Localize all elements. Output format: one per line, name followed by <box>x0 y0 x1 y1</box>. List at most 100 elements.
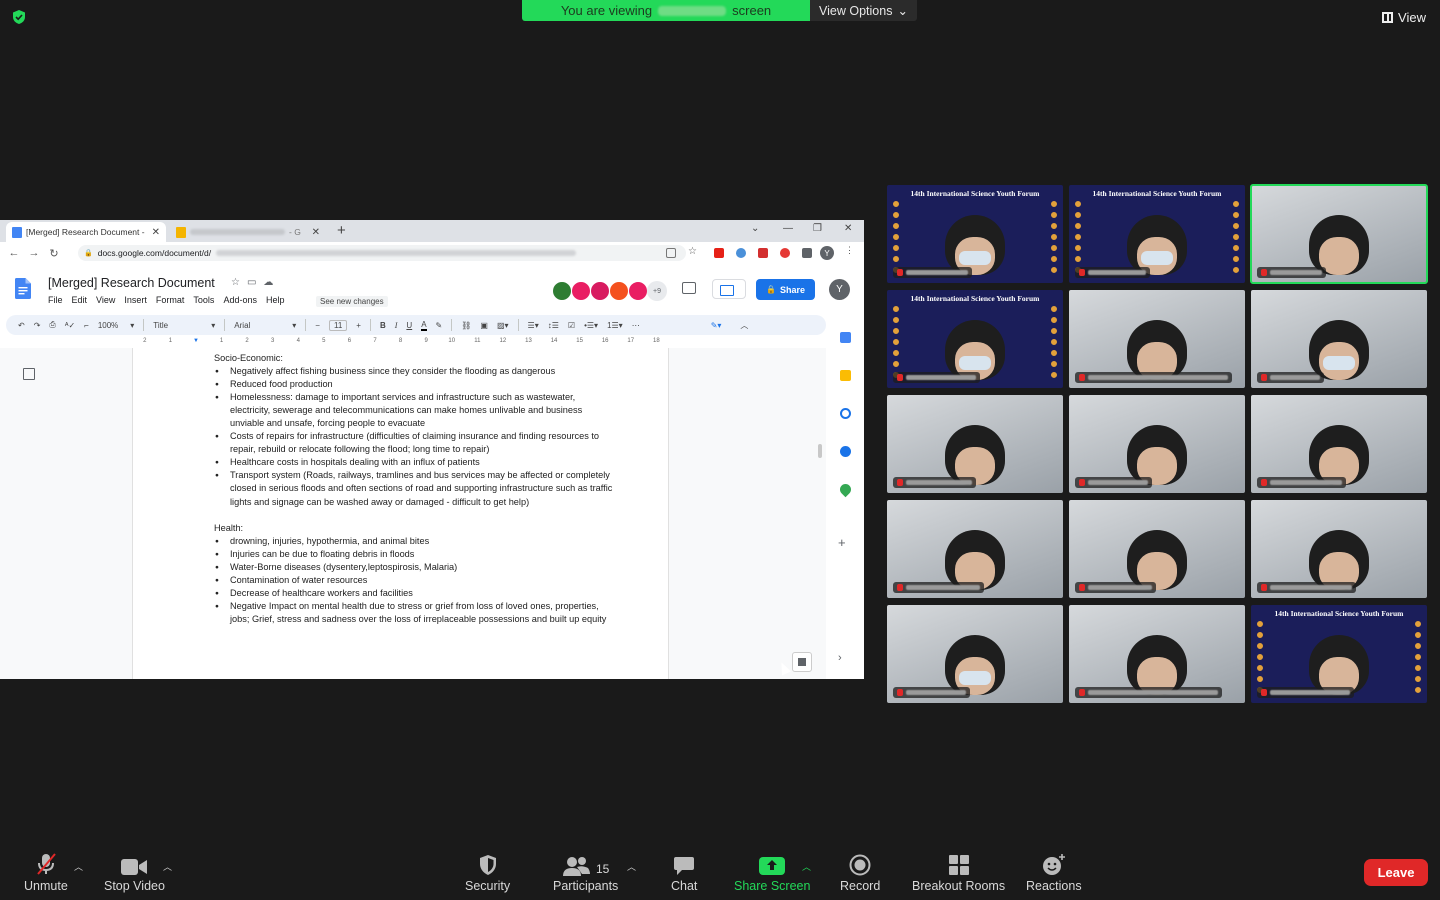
leave-button[interactable]: Leave <box>1364 859 1428 886</box>
participant-video-tile[interactable] <box>1069 500 1245 598</box>
hide-menus-chevron-icon[interactable]: ︿ <box>740 320 748 331</box>
see-new-changes-link[interactable]: See new changes <box>316 296 388 307</box>
menu-help[interactable]: Help <box>266 295 285 305</box>
explore-button[interactable] <box>792 652 812 672</box>
comment-history-icon[interactable] <box>682 282 696 294</box>
spellcheck-icon[interactable]: ᴬ✓ <box>65 321 75 330</box>
participant-video-tile[interactable] <box>1251 395 1427 493</box>
encryption-shield-icon[interactable] <box>11 9 27 25</box>
document-outline-icon[interactable] <box>23 368 35 380</box>
maps-icon[interactable] <box>837 481 854 498</box>
tab-search-icon[interactable]: ⌄ <box>751 223 759 234</box>
adblock-extension-icon[interactable] <box>780 248 790 258</box>
browser-menu-icon[interactable]: ⋮ <box>845 245 855 255</box>
calendar-icon[interactable] <box>840 332 851 343</box>
participant-video-tile[interactable] <box>887 500 1063 598</box>
more-options-icon[interactable]: ⋯ <box>632 321 640 330</box>
underline-button[interactable]: U <box>406 321 412 330</box>
undo-icon[interactable]: ↶ <box>18 321 25 330</box>
close-tab-icon[interactable]: ✕ <box>152 227 160 238</box>
collaborator-avatar[interactable] <box>628 281 648 301</box>
tab-slides[interactable]: - G ✕ <box>170 222 326 242</box>
menu-file[interactable]: File <box>48 295 63 305</box>
participants-options-chevron-icon[interactable]: ︿ <box>627 860 636 873</box>
menu-insert[interactable]: Insert <box>124 295 147 305</box>
minimize-icon[interactable]: — <box>783 223 793 234</box>
tab-research-document[interactable]: [Merged] Research Document - G ✕ <box>6 222 166 242</box>
dislike-extension-icon[interactable] <box>758 248 768 258</box>
add-comment-icon[interactable]: ▣ <box>480 321 488 330</box>
reload-icon[interactable]: ↻ <box>44 247 64 260</box>
document-page[interactable]: Socio-Economic: Negatively affect fishin… <box>132 348 669 679</box>
participant-video-tile[interactable] <box>1069 605 1245 703</box>
collaborator-avatar[interactable] <box>609 281 629 301</box>
audio-options-chevron-icon[interactable]: ︿ <box>74 860 83 873</box>
star-icon[interactable]: ☆ <box>231 277 240 288</box>
collapse-panel-icon[interactable]: › <box>838 652 842 664</box>
collaborator-avatar[interactable] <box>552 281 572 301</box>
record-button[interactable]: Record <box>840 852 880 893</box>
align-left-icon[interactable]: ☰▾ <box>528 321 539 330</box>
unmute-button[interactable]: Unmute <box>24 852 68 893</box>
editing-mode-pencil-icon[interactable]: ✎▾ <box>711 321 722 330</box>
close-tab-icon[interactable]: ✕ <box>312 227 320 238</box>
participant-video-tile[interactable] <box>887 395 1063 493</box>
menu-edit[interactable]: Edit <box>72 295 88 305</box>
new-tab-icon[interactable]: + <box>337 222 346 239</box>
cloud-status-icon[interactable]: ☁ <box>263 277 273 288</box>
youtube-extension-icon[interactable] <box>714 248 724 258</box>
participant-video-tile[interactable] <box>1251 290 1427 388</box>
share-options-chevron-icon[interactable]: ︿ <box>802 860 811 873</box>
video-options-chevron-icon[interactable]: ︿ <box>163 860 172 873</box>
keep-icon[interactable] <box>840 370 851 381</box>
bulleted-list-icon[interactable]: •☰▾ <box>584 321 598 330</box>
bold-button[interactable]: B <box>380 321 386 330</box>
more-collaborators-badge[interactable]: +9 <box>647 281 667 301</box>
participant-video-tile[interactable]: 14th International Science Youth Forum <box>887 290 1063 388</box>
participant-video-tile[interactable] <box>887 605 1063 703</box>
ruler-indent-marker[interactable]: ▼ <box>183 338 209 348</box>
back-icon[interactable]: ← <box>4 247 24 259</box>
chat-button[interactable]: Chat <box>671 852 697 893</box>
redo-icon[interactable]: ↷ <box>34 321 41 330</box>
document-title[interactable]: [Merged] Research Document <box>48 276 215 290</box>
stop-video-button[interactable]: Stop Video <box>104 852 165 893</box>
font-size-field[interactable]: 11 <box>328 319 348 331</box>
share-screen-button[interactable]: Share Screen <box>734 852 810 893</box>
zoom-select[interactable]: 100% ▾ <box>98 321 134 330</box>
participant-video-tile[interactable]: 14th International Science Youth Forum <box>1251 605 1427 703</box>
print-icon[interactable]: ⎙ <box>49 320 55 330</box>
participant-video-tile[interactable] <box>1069 290 1245 388</box>
insert-link-icon[interactable]: ⛓ <box>461 321 471 330</box>
italic-button[interactable]: I <box>395 321 398 330</box>
move-folder-icon[interactable]: ▭ <box>247 277 256 288</box>
active-speaker-video-tile[interactable] <box>1250 184 1428 284</box>
insert-image-icon[interactable]: ▨▾ <box>497 321 509 330</box>
menu-add-ons[interactable]: Add-ons <box>223 295 257 305</box>
get-add-ons-icon[interactable]: + <box>838 535 846 550</box>
collaborator-avatar[interactable] <box>571 281 591 301</box>
increase-font-size-icon[interactable]: + <box>356 321 361 330</box>
style-select[interactable]: Title ▾ <box>153 321 215 330</box>
line-spacing-icon[interactable]: ↕☰ <box>548 321 559 330</box>
google-docs-logo-icon[interactable] <box>15 278 31 299</box>
contacts-icon[interactable] <box>840 446 851 457</box>
browser-profile-avatar[interactable]: Y <box>820 246 834 260</box>
horizontal-ruler[interactable]: 2 1 ▼ 1 2 3 4 5 6 7 8 9 10 11 12 13 14 1… <box>132 338 669 348</box>
view-options-button[interactable]: View Options ⌄ <box>810 0 917 21</box>
menu-view[interactable]: View <box>96 295 115 305</box>
present-meet-button[interactable] <box>712 279 746 299</box>
breakout-rooms-button[interactable]: Breakout Rooms <box>912 852 1005 893</box>
collaborator-avatar[interactable] <box>590 281 610 301</box>
menu-format[interactable]: Format <box>156 295 185 305</box>
font-select[interactable]: Arial ▾ <box>234 321 296 330</box>
menu-tools[interactable]: Tools <box>193 295 214 305</box>
extensions-puzzle-icon[interactable] <box>802 248 812 258</box>
participant-video-tile[interactable]: 14th International Science Youth Forum <box>887 185 1063 283</box>
settings-extension-icon[interactable] <box>736 248 746 258</box>
bookmark-star-icon[interactable]: ☆ <box>688 246 698 257</box>
participant-video-tile[interactable] <box>1251 500 1427 598</box>
highlight-pen-icon[interactable]: ✎ <box>436 321 443 330</box>
tasks-icon[interactable] <box>840 408 851 419</box>
paint-format-icon[interactable]: ⌐ <box>84 321 89 330</box>
